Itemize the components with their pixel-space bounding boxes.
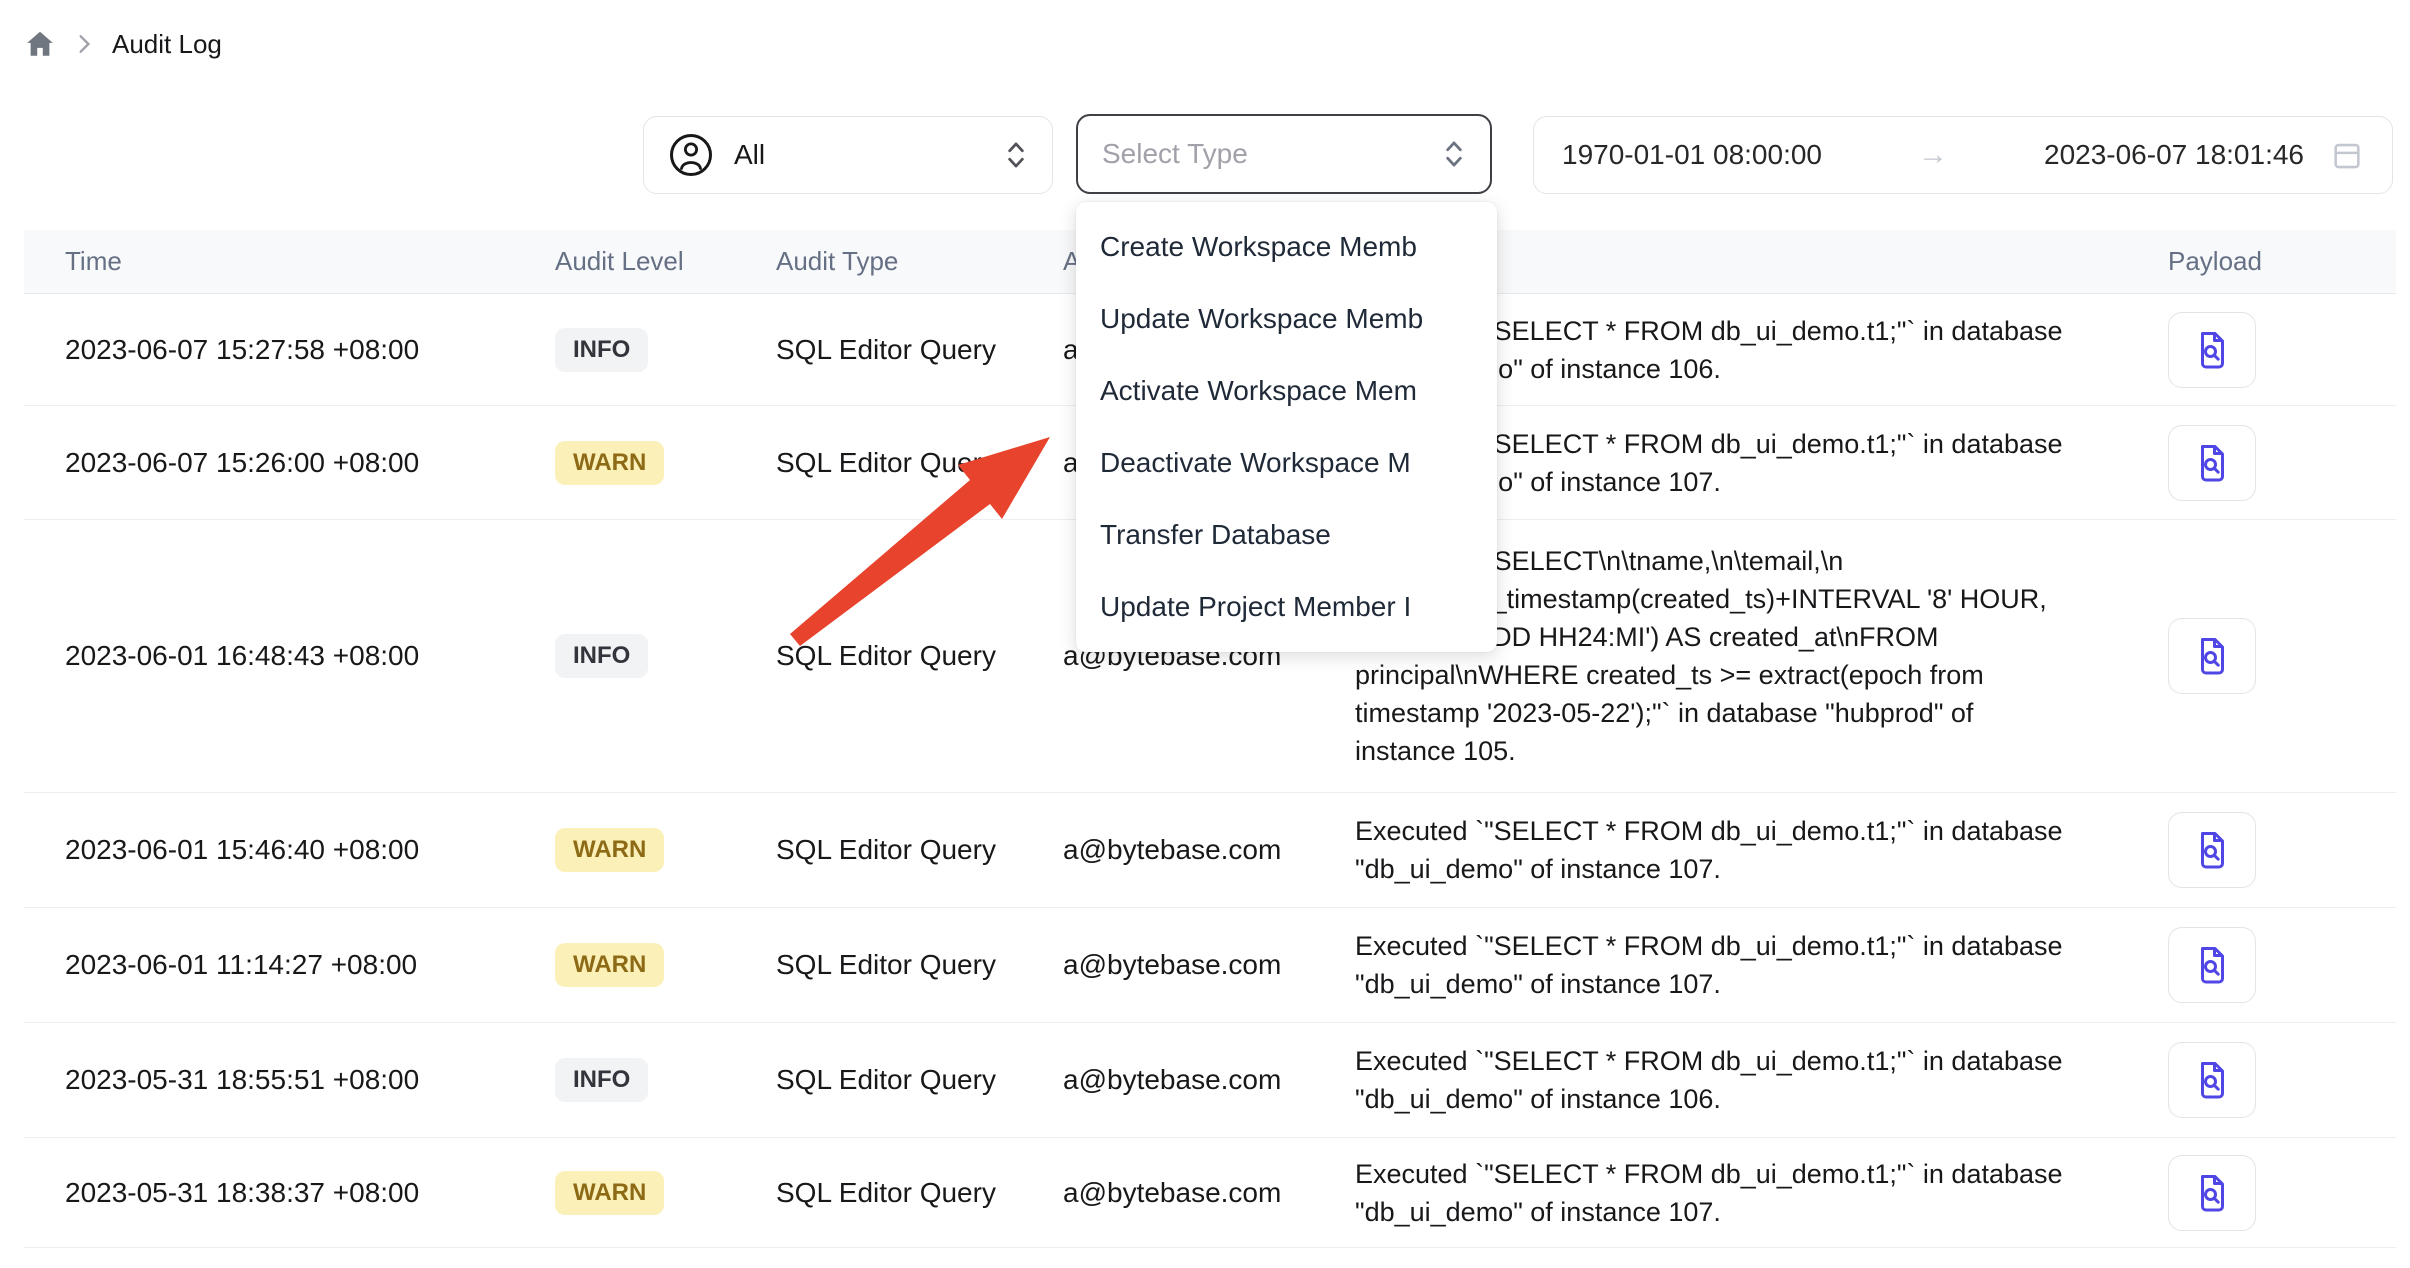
- row-actor: a@bytebase.com: [1030, 1177, 1320, 1209]
- breadcrumb: Audit Log: [24, 28, 222, 60]
- type-filter-placeholder: Select Type: [1102, 138, 1248, 170]
- row-time: 2023-06-01 11:14:27 +08:00: [24, 949, 520, 981]
- column-header-audit-type: Audit Type: [740, 246, 1030, 277]
- audit-level-badge: INFO: [555, 634, 648, 678]
- row-actor: a@bytebase.com: [1030, 1064, 1320, 1096]
- user-circle-icon: [668, 132, 714, 178]
- row-time: 2023-06-07 15:27:58 +08:00: [24, 334, 520, 366]
- audit-level-badge: WARN: [555, 828, 664, 872]
- date-range-picker[interactable]: 1970-01-01 08:00:00 → 2023-06-07 18:01:4…: [1533, 116, 2393, 194]
- dropdown-option-deactivate-workspace-member[interactable]: Deactivate Workspace M: [1076, 427, 1497, 499]
- column-header-payload: Payload: [2140, 246, 2396, 277]
- file-search-icon: [2190, 634, 2234, 678]
- row-time: 2023-05-31 18:38:37 +08:00: [24, 1177, 520, 1209]
- row-audit-type: SQL Editor Query: [740, 949, 1030, 981]
- dropdown-option-update-project-member[interactable]: Update Project Member I: [1076, 571, 1497, 643]
- date-range-to[interactable]: 2023-06-07 18:01:46: [2044, 139, 2304, 171]
- row-audit-type: SQL Editor Query: [740, 1177, 1030, 1209]
- view-payload-button[interactable]: [2168, 1155, 2256, 1231]
- row-audit-type: SQL Editor Query: [740, 1064, 1030, 1096]
- calendar-icon: [2330, 138, 2364, 172]
- table-row: 2023-06-01 11:14:27 +08:00 WARN SQL Edit…: [24, 908, 2396, 1023]
- row-comment: Executed `"SELECT * FROM db_ui_demo.t1;"…: [1355, 812, 2128, 888]
- row-audit-type: SQL Editor Query: [740, 640, 1030, 672]
- table-row: 2023-05-31 18:55:51 +08:00 INFO SQL Edit…: [24, 1023, 2396, 1138]
- file-search-icon: [2190, 943, 2234, 987]
- select-chevrons-icon: [1004, 137, 1028, 173]
- table-row: 2023-05-31 18:38:37 +08:00 WARN SQL Edit…: [24, 1138, 2396, 1248]
- column-header-time: Time: [24, 246, 520, 277]
- row-time: 2023-06-07 15:26:00 +08:00: [24, 447, 520, 479]
- view-payload-button[interactable]: [2168, 425, 2256, 501]
- column-header-audit-level: Audit Level: [520, 246, 740, 277]
- row-audit-type: SQL Editor Query: [740, 334, 1030, 366]
- select-chevrons-icon: [1442, 136, 1466, 172]
- table-row: 2023-06-01 15:46:40 +08:00 WARN SQL Edit…: [24, 793, 2396, 908]
- dropdown-option-update-workspace-member[interactable]: Update Workspace Memb: [1076, 283, 1497, 355]
- audit-level-badge: INFO: [555, 1058, 648, 1102]
- dropdown-option-create-workspace-member[interactable]: Create Workspace Memb: [1076, 211, 1497, 283]
- row-time: 2023-06-01 16:48:43 +08:00: [24, 640, 520, 672]
- view-payload-button[interactable]: [2168, 618, 2256, 694]
- file-search-icon: [2190, 1171, 2234, 1215]
- row-time: 2023-05-31 18:55:51 +08:00: [24, 1064, 520, 1096]
- view-payload-button[interactable]: [2168, 927, 2256, 1003]
- row-comment: Executed `"SELECT * FROM db_ui_demo.t1;"…: [1355, 1042, 2128, 1118]
- view-payload-button[interactable]: [2168, 1042, 2256, 1118]
- page-title: Audit Log: [112, 29, 222, 60]
- audit-level-badge: INFO: [555, 328, 648, 372]
- row-comment: Executed `"SELECT * FROM db_ui_demo.t1;"…: [1355, 1155, 2128, 1231]
- actor-filter-value: All: [734, 139, 765, 171]
- home-icon[interactable]: [24, 28, 56, 60]
- view-payload-button[interactable]: [2168, 812, 2256, 888]
- file-search-icon: [2190, 328, 2234, 372]
- date-range-from[interactable]: 1970-01-01 08:00:00: [1562, 139, 1822, 171]
- file-search-icon: [2190, 1058, 2234, 1102]
- audit-level-badge: WARN: [555, 943, 664, 987]
- dropdown-option-activate-workspace-member[interactable]: Activate Workspace Mem: [1076, 355, 1497, 427]
- actor-filter-select[interactable]: All: [643, 116, 1053, 194]
- row-actor: a@bytebase.com: [1030, 949, 1320, 981]
- row-audit-type: SQL Editor Query: [740, 447, 1030, 479]
- view-payload-button[interactable]: [2168, 312, 2256, 388]
- type-select-dropdown: Create Workspace Memb Update Workspace M…: [1076, 202, 1497, 652]
- row-audit-type: SQL Editor Query: [740, 834, 1030, 866]
- chevron-right-icon: [76, 33, 92, 55]
- dropdown-option-transfer-database[interactable]: Transfer Database: [1076, 499, 1497, 571]
- row-comment: Executed `"SELECT * FROM db_ui_demo.t1;"…: [1355, 927, 2128, 1003]
- row-actor: a@bytebase.com: [1030, 834, 1320, 866]
- file-search-icon: [2190, 828, 2234, 872]
- type-filter-select[interactable]: Select Type: [1076, 114, 1492, 194]
- audit-level-badge: WARN: [555, 1171, 664, 1215]
- arrow-right-icon: →: [1822, 138, 2044, 172]
- audit-level-badge: WARN: [555, 441, 664, 485]
- row-time: 2023-06-01 15:46:40 +08:00: [24, 834, 520, 866]
- file-search-icon: [2190, 441, 2234, 485]
